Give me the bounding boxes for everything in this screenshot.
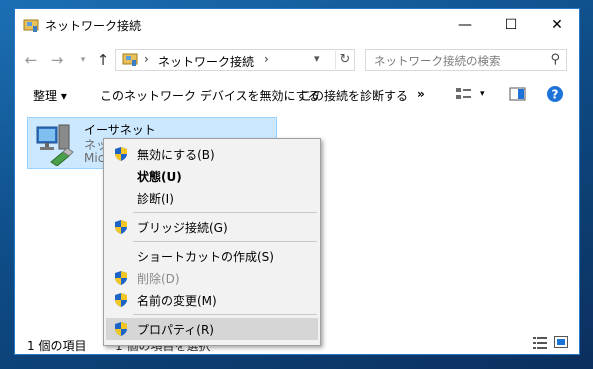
up-icon[interactable]: ↑ (93, 50, 113, 70)
disable-device-button[interactable]: このネットワーク デバイスを無効にする (100, 87, 320, 104)
refresh-icon[interactable]: ↻ (335, 51, 354, 69)
large-icons-view-icon[interactable] (554, 336, 568, 348)
menu-item-properties[interactable]: プロパティ(R) (106, 318, 318, 340)
network-folder-icon (122, 53, 138, 66)
uac-shield-icon (115, 220, 127, 234)
breadcrumb-separator-icon[interactable]: › (144, 52, 149, 66)
back-icon[interactable]: ← (21, 50, 41, 70)
address-bar-row: ← → ▾ ↑ › ネットワーク接続 › ▾ ↻ ネットワーク接続の検索 ⚲ (15, 45, 579, 75)
menu-item-label: 名前の変更(M) (137, 294, 217, 308)
breadcrumb-separator-icon[interactable]: › (264, 52, 269, 66)
recent-locations-chevron-down-icon[interactable]: ▾ (73, 50, 93, 70)
network-folder-icon (23, 19, 39, 32)
menu-item-label: プロパティ(R) (137, 323, 214, 337)
menu-item-label: 削除(D) (137, 272, 180, 286)
context-menu: 無効にする(B) 状態(U) 診断(I) ブリッジ接続(G) ショートカットの作… (103, 138, 321, 346)
preview-pane-icon[interactable] (509, 85, 527, 103)
command-bar: 整理 ▾ このネットワーク デバイスを無効にする この接続を診断する » ▾ ? (15, 81, 579, 109)
breadcrumb[interactable]: ネットワーク接続 (158, 53, 254, 70)
address-dropdown-chevron-down-icon[interactable]: ▾ (314, 52, 320, 65)
menu-item-label: ショートカットの作成(S) (137, 250, 274, 264)
menu-separator (133, 212, 317, 213)
ethernet-adapter-icon (36, 124, 74, 166)
uac-shield-icon (115, 322, 127, 336)
details-view-icon[interactable] (533, 337, 547, 349)
menu-item-label: 無効にする(B) (137, 148, 215, 162)
organize-button[interactable]: 整理 ▾ (33, 87, 67, 104)
maximize-button[interactable]: ☐ (488, 9, 534, 41)
menu-item-label: ブリッジ接続(G) (137, 221, 228, 235)
window-title: ネットワーク接続 (45, 19, 142, 33)
menu-item-create-shortcut[interactable]: ショートカットの作成(S) (106, 245, 318, 267)
help-icon[interactable]: ? (546, 85, 564, 103)
adapter-name: Mic (84, 151, 105, 165)
change-view-icon[interactable] (455, 85, 473, 103)
menu-separator (133, 314, 317, 315)
diagnose-button[interactable]: この接続を診断する (300, 87, 408, 104)
menu-separator (133, 241, 317, 242)
uac-shield-icon (115, 147, 127, 161)
menu-item-bridge[interactable]: ブリッジ接続(G) (106, 216, 318, 238)
menu-item-delete: 削除(D) (106, 267, 318, 289)
svg-text:?: ? (552, 88, 559, 102)
large-icons-view-fill (557, 339, 565, 345)
address-field[interactable]: › ネットワーク接続 › ▾ ↻ (115, 49, 355, 71)
title-bar[interactable]: ネットワーク接続 — ☐ ✕ (15, 9, 579, 41)
uac-shield-icon (115, 271, 127, 285)
search-icon[interactable]: ⚲ (550, 52, 560, 67)
menu-item-status[interactable]: 状態(U) (106, 165, 318, 187)
search-placeholder: ネットワーク接続の検索 (374, 54, 501, 68)
menu-item-rename[interactable]: 名前の変更(M) (106, 289, 318, 311)
search-input[interactable]: ネットワーク接続の検索 ⚲ (365, 49, 567, 71)
uac-shield-icon (115, 293, 127, 307)
menu-item-diagnose[interactable]: 診断(I) (106, 187, 318, 209)
view-options-chevron-down-icon[interactable]: ▾ (480, 89, 485, 99)
more-commands-button[interactable]: » (417, 87, 425, 101)
menu-item-disable[interactable]: 無効にする(B) (106, 143, 318, 165)
item-count: 1 個の項目 (27, 339, 87, 353)
menu-item-label: 状態(U) (137, 170, 182, 184)
minimize-button[interactable]: — (442, 9, 488, 41)
forward-icon[interactable]: → (47, 50, 67, 70)
menu-item-label: 診断(I) (137, 192, 174, 206)
close-button[interactable]: ✕ (534, 9, 580, 41)
